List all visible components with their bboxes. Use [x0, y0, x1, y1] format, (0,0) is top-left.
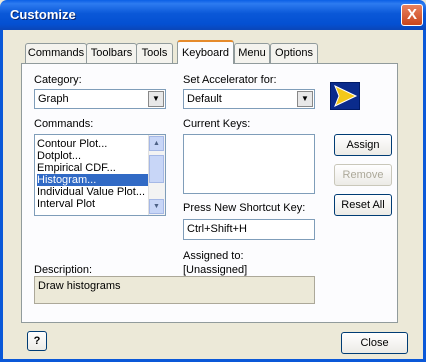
current-keys-listbox[interactable] — [183, 134, 315, 194]
chevron-down-icon[interactable]: ▼ — [297, 91, 313, 107]
description-value: Draw histograms — [38, 280, 121, 292]
chevron-down-icon[interactable]: ▼ — [148, 91, 164, 107]
tab-options[interactable]: Options — [270, 43, 318, 63]
commands-listbox[interactable]: Contour Plot... Dotplot... Empirical CDF… — [34, 134, 166, 216]
list-item[interactable]: Individual Value Plot... — [37, 186, 145, 198]
commands-scrollbar[interactable]: ▲ ▼ — [148, 135, 165, 215]
category-value: Graph — [38, 93, 69, 105]
commands-label: Commands: — [34, 118, 94, 130]
tab-tools[interactable]: Tools — [136, 43, 173, 63]
tab-toolbars[interactable]: Toolbars — [86, 43, 137, 63]
category-select[interactable]: Graph ▼ — [34, 89, 166, 109]
tab-keyboard[interactable]: Keyboard — [177, 40, 234, 64]
tab-menu[interactable]: Menu — [234, 43, 270, 63]
description-box: Draw histograms — [34, 276, 315, 304]
list-item[interactable]: Contour Plot... — [37, 138, 107, 150]
description-label: Description: — [34, 264, 93, 276]
current-keys-label: Current Keys: — [183, 118, 251, 130]
accelerator-arrow-icon — [330, 82, 360, 110]
shortcut-label: Press New Shortcut Key: — [183, 202, 306, 214]
list-item[interactable]: Interval Plot — [37, 198, 95, 210]
remove-button[interactable]: Remove — [334, 164, 392, 186]
accelerator-select[interactable]: Default ▼ — [183, 89, 315, 109]
help-icon: ? — [33, 335, 41, 347]
reset-all-button[interactable]: Reset All — [334, 194, 392, 216]
tab-commands[interactable]: Commands — [25, 43, 87, 63]
assigned-to-label: Assigned to: — [183, 250, 244, 262]
close-button[interactable]: Close — [341, 332, 408, 354]
scroll-down-icon[interactable]: ▼ — [149, 199, 164, 214]
window-close-button[interactable]: X — [401, 4, 423, 26]
shortcut-input[interactable]: Ctrl+Shift+H — [183, 219, 315, 240]
window-title: Customize — [10, 7, 76, 22]
shortcut-value: Ctrl+Shift+H — [187, 223, 247, 235]
accelerator-label: Set Accelerator for: — [183, 74, 277, 86]
assign-button[interactable]: Assign — [334, 134, 392, 156]
list-item-selected[interactable]: Histogram... — [37, 174, 148, 186]
scroll-up-icon[interactable]: ▲ — [149, 136, 164, 151]
help-button[interactable]: ? — [27, 331, 47, 351]
assigned-to-value: [Unassigned] — [183, 264, 248, 276]
category-label: Category: — [34, 74, 82, 86]
accelerator-value: Default — [187, 93, 222, 105]
scroll-thumb[interactable] — [149, 155, 164, 183]
list-item[interactable]: Empirical CDF... — [37, 162, 116, 174]
list-item[interactable]: Dotplot... — [37, 150, 81, 162]
